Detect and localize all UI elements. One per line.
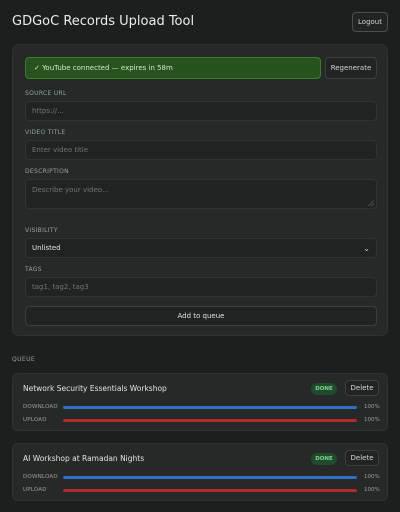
header: GDGoC Records Upload Tool Logout <box>12 12 388 34</box>
resize-grip-icon[interactable] <box>368 200 374 206</box>
queue-item: Network Security Essentials Workshop DON… <box>12 373 388 431</box>
upload-label: UPLOAD <box>23 417 47 423</box>
visibility-select[interactable]: Unlisted ⌄ <box>25 238 377 258</box>
status-badge: DONE <box>311 383 337 395</box>
source-url-label: SOURCE URL <box>25 90 67 97</box>
download-progress-fill <box>63 406 357 409</box>
video-title-label: VIDEO TITLE <box>25 129 66 136</box>
description-textarea[interactable]: Describe your video... <box>25 179 377 209</box>
upload-progress-bar <box>63 489 357 492</box>
download-percent: 100% <box>364 474 380 480</box>
description-placeholder: Describe your video... <box>32 186 109 194</box>
status-badge: DONE <box>311 453 337 465</box>
upload-label: UPLOAD <box>23 487 47 493</box>
delete-button[interactable]: Delete <box>345 380 379 396</box>
upload-progress-fill <box>63 489 357 492</box>
download-percent: 100% <box>364 404 380 410</box>
upload-progress-bar <box>63 419 357 422</box>
youtube-status-banner: ✓ YouTube connected — expires in 58m <box>25 57 321 79</box>
description-label: DESCRIPTION <box>25 168 69 175</box>
download-label: DOWNLOAD <box>23 474 58 480</box>
regenerate-button[interactable]: Regenerate <box>325 57 377 79</box>
download-progress-fill <box>63 476 357 479</box>
queue-item-title: Network Security Essentials Workshop <box>23 384 167 393</box>
chevron-down-icon: ⌄ <box>363 244 370 253</box>
app-title: GDGoC Records Upload Tool <box>12 14 195 29</box>
tags-label: TAGS <box>25 266 42 273</box>
visibility-label: VISIBILITY <box>25 227 58 234</box>
visibility-value: Unlisted <box>32 244 61 252</box>
download-label: DOWNLOAD <box>23 404 58 410</box>
download-progress-bar <box>63 476 357 479</box>
upload-form-card: ✓ YouTube connected — expires in 58m Reg… <box>12 44 388 336</box>
queue-item: AI Workshop at Ramadan Nights DONE Delet… <box>12 443 388 501</box>
upload-percent: 100% <box>364 487 380 493</box>
delete-button[interactable]: Delete <box>345 450 379 466</box>
source-url-input[interactable]: https://... <box>25 101 377 121</box>
tags-input[interactable]: tag1, tag2, tag3 <box>25 277 377 297</box>
add-to-queue-button[interactable]: Add to queue <box>25 306 377 326</box>
queue-heading: QUEUE <box>12 356 36 363</box>
video-title-input[interactable]: Enter video title <box>25 140 377 160</box>
upload-percent: 100% <box>364 417 380 423</box>
logout-button[interactable]: Logout <box>352 12 388 32</box>
queue-item-title: AI Workshop at Ramadan Nights <box>23 454 145 463</box>
download-progress-bar <box>63 406 357 409</box>
upload-progress-fill <box>63 419 357 422</box>
